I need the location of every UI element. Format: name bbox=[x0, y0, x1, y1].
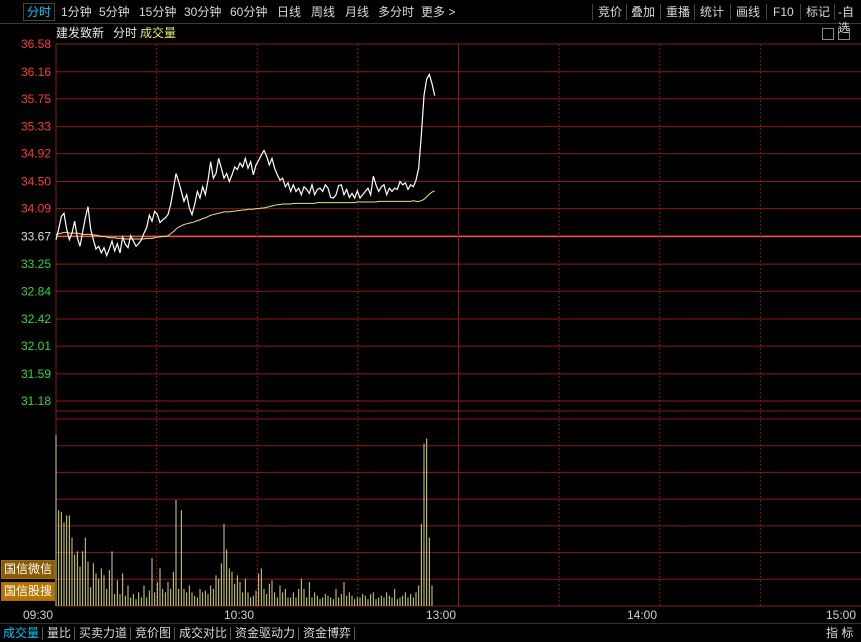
x-tick-label: 14:00 bbox=[627, 608, 657, 622]
tab-buy-sell-force[interactable]: 买卖力道 bbox=[79, 625, 127, 641]
tab-timeframe-more[interactable]: 更多 > bbox=[421, 4, 455, 20]
x-tick-label: 09:30 bbox=[23, 608, 53, 622]
tab-fund-drive[interactable]: 资金驱动力 bbox=[235, 625, 295, 641]
replay-button[interactable]: 重播 bbox=[666, 4, 690, 20]
toolbar-divider bbox=[800, 4, 801, 20]
toolbar-divider bbox=[730, 4, 731, 20]
indicator-label: 成交量 bbox=[140, 25, 176, 40]
tab-volume[interactable]: 成交量 bbox=[3, 625, 39, 641]
toolbar-divider bbox=[592, 4, 593, 20]
indicator-tabs: 成交量 量比 买卖力道 竞价图 成交对比 资金驱动力 资金博弈 指 标 bbox=[0, 623, 861, 642]
toolbar-divider bbox=[626, 4, 627, 20]
tab-divider bbox=[130, 627, 131, 640]
statistics-button[interactable]: 统计 bbox=[700, 4, 724, 20]
y-tick-label: 32.01 bbox=[21, 339, 51, 353]
toolbar-divider bbox=[834, 4, 835, 20]
add-icon[interactable] bbox=[838, 28, 850, 40]
guoxin-wechat-button[interactable]: 国信微信 bbox=[1, 560, 55, 579]
stock-name: 建发致新 bbox=[56, 25, 104, 40]
guoxin-stock-search-button[interactable]: 国信股搜 bbox=[1, 582, 55, 601]
tab-divider bbox=[354, 627, 355, 640]
tab-timeframe-multi[interactable]: 多分时 bbox=[378, 4, 414, 20]
price-line bbox=[55, 72, 436, 258]
tab-timeframe-fenshi[interactable]: 分时 bbox=[23, 3, 56, 21]
tab-divider bbox=[42, 627, 43, 640]
y-tick-label: 33.67 bbox=[21, 229, 51, 243]
tab-volume-compare[interactable]: 成交对比 bbox=[179, 625, 227, 641]
restore-icon[interactable] bbox=[822, 28, 834, 40]
tab-divider bbox=[74, 627, 75, 640]
y-tick-label: 35.75 bbox=[21, 92, 51, 106]
tab-timeframe-week[interactable]: 周线 bbox=[311, 4, 335, 20]
tab-timeframe-month[interactable]: 月线 bbox=[345, 4, 369, 20]
y-tick-label: 31.18 bbox=[21, 394, 51, 408]
overlay-button[interactable]: 叠加 bbox=[631, 4, 655, 20]
tab-timeframe-30min[interactable]: 30分钟 bbox=[184, 4, 221, 20]
y-tick-label: 36.16 bbox=[21, 65, 51, 79]
tab-timeframe-5min[interactable]: 5分钟 bbox=[99, 4, 130, 20]
x-tick-label: 13:00 bbox=[426, 608, 456, 622]
y-tick-label: 34.09 bbox=[21, 202, 51, 216]
tab-timeframe-1min[interactable]: 1分钟 bbox=[61, 4, 92, 20]
indicator-button[interactable]: 指 标 bbox=[826, 625, 853, 641]
auction-button[interactable]: 竞价 bbox=[598, 4, 622, 20]
toolbar: 分时 1分钟 5分钟 15分钟 30分钟 60分钟 日线 周线 月线 多分时 更… bbox=[0, 0, 861, 35]
tab-timeframe-day[interactable]: 日线 bbox=[277, 4, 301, 20]
tab-divider bbox=[174, 627, 175, 640]
y-tick-label: 34.92 bbox=[21, 147, 51, 161]
intraday-chart[interactable]: 建发致新 分时 成交量 36.58 36.16 35.75 35.33 34.92 34.50 3… bbox=[0, 24, 861, 622]
x-tick-label: 10:30 bbox=[224, 608, 254, 622]
y-tick-label: 35.33 bbox=[21, 120, 51, 134]
y-tick-label: 34.50 bbox=[21, 175, 51, 189]
mark-button[interactable]: 标记 bbox=[806, 4, 830, 20]
x-tick-label: 15:00 bbox=[826, 608, 856, 622]
y-tick-label: 33.25 bbox=[21, 257, 51, 271]
tab-timeframe-60min[interactable]: 60分钟 bbox=[230, 4, 267, 20]
draw-line-button[interactable]: 画线 bbox=[736, 4, 760, 20]
tab-fund-game[interactable]: 资金博弈 bbox=[303, 625, 351, 641]
tab-divider bbox=[298, 627, 299, 640]
toolbar-divider bbox=[766, 4, 767, 20]
average-price-line bbox=[55, 190, 435, 240]
y-tick-label: 32.84 bbox=[21, 284, 51, 298]
mode-label: 分时 bbox=[113, 26, 137, 40]
y-tick-label: 31.59 bbox=[21, 367, 51, 381]
watchlist-button[interactable]: -自选 bbox=[838, 4, 861, 35]
tab-timeframe-15min[interactable]: 15分钟 bbox=[139, 4, 176, 20]
tab-volume-ratio[interactable]: 量比 bbox=[47, 625, 71, 641]
toolbar-divider bbox=[660, 4, 661, 20]
tab-auction-chart[interactable]: 竞价图 bbox=[135, 625, 171, 641]
y-tick-label: 36.58 bbox=[21, 37, 51, 51]
y-tick-label: 32.42 bbox=[21, 312, 51, 326]
tab-divider bbox=[230, 627, 231, 640]
f10-button[interactable]: F10 bbox=[773, 4, 794, 20]
toolbar-divider bbox=[694, 4, 695, 20]
